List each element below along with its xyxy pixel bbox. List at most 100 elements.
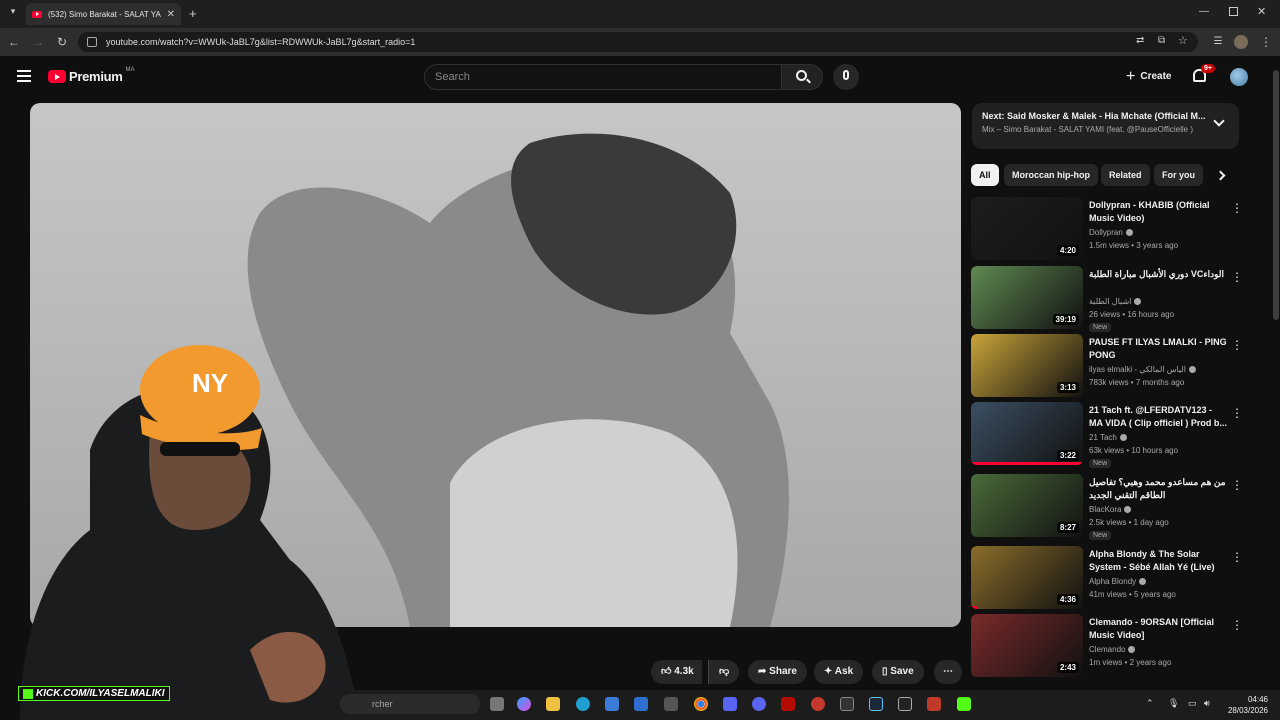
mail-icon[interactable]: [634, 697, 648, 711]
capcut-icon[interactable]: [898, 697, 912, 711]
close-window-button[interactable]: ✕: [1257, 5, 1266, 18]
taskbar-search[interactable]: rcher: [340, 694, 480, 714]
chip-related[interactable]: Related: [1101, 164, 1150, 186]
install-app-icon[interactable]: ⧉: [1158, 35, 1165, 46]
recommendation-item[interactable]: 3:13 PAUSE FT ILYAS LMALKI - PING PONG ily…: [971, 334, 1251, 398]
more-options-icon[interactable]: ⋮: [1231, 201, 1243, 215]
search-input[interactable]: Search: [424, 64, 782, 90]
video-title[interactable]: Clemando - 9ORSAN [Official Music Video]: [1089, 616, 1227, 642]
video-title[interactable]: Dollypran - KHABIB (Official Music Video…: [1089, 199, 1227, 225]
translate-icon[interactable]: ⇄: [1136, 35, 1144, 46]
recommendation-item[interactable]: 3:22 21 Tach ft. @LFERDATV123 - MA VIDA (…: [971, 402, 1251, 468]
video-title[interactable]: Alpha Blondy & The Solar System - Sébé A…: [1089, 548, 1227, 574]
adobe-icon[interactable]: [781, 697, 795, 711]
network-icon[interactable]: ▭: [1188, 698, 1197, 709]
search-button[interactable]: [781, 64, 823, 90]
back-button[interactable]: ←: [6, 34, 22, 50]
video-thumbnail[interactable]: 3:13: [971, 334, 1083, 397]
browser-menu-icon[interactable]: ⋮: [1258, 34, 1274, 50]
video-title[interactable]: PAUSE FT ILYAS LMALKI - PING PONG: [1089, 336, 1227, 362]
restore-button[interactable]: [1229, 7, 1238, 16]
youtube-logo[interactable]: Premium MA: [48, 67, 135, 84]
recommendation-item[interactable]: 4:36 Alpha Blondy & The Solar System - Sé…: [971, 546, 1251, 610]
channel-name[interactable]: 21 Tach: [1089, 433, 1127, 442]
obs-record-icon[interactable]: [927, 697, 941, 711]
notifications-button[interactable]: 9+: [1192, 64, 1215, 84]
app-icon[interactable]: [664, 697, 678, 711]
dislike-button[interactable]: 👎︎: [708, 660, 740, 684]
ask-button[interactable]: ✦ Ask: [814, 660, 864, 684]
more-actions-button[interactable]: ⋯: [934, 660, 962, 684]
account-avatar[interactable]: [1230, 68, 1248, 86]
next-video-card[interactable]: Next: Said Mosker & Malek - Hia Mchate (…: [972, 103, 1239, 149]
forward-button[interactable]: →: [30, 34, 46, 50]
store-icon[interactable]: [605, 697, 619, 711]
recommendation-item[interactable]: 8:27 من هم مساعدو محمد وهبي؟ تفاصيل الطاق…: [971, 474, 1251, 540]
recommendation-item[interactable]: 4:20 Dollypran - KHABIB (Official Music V…: [971, 197, 1251, 261]
chip-for-you[interactable]: For you: [1154, 164, 1203, 186]
kick-app-icon[interactable]: [957, 697, 971, 711]
channel-name[interactable]: ilyas elmalki - الياس المالكي: [1089, 365, 1196, 374]
steam-icon[interactable]: [869, 697, 883, 711]
video-duration: 8:27: [1056, 522, 1079, 533]
reading-list-icon[interactable]: ☰: [1210, 34, 1226, 50]
reload-button[interactable]: ↻: [54, 34, 70, 50]
more-options-icon[interactable]: ⋮: [1231, 550, 1243, 564]
more-options-icon[interactable]: ⋮: [1231, 618, 1243, 632]
address-bar[interactable]: youtube.com/watch?v=WWUk-JaBL7g&list=RDW…: [78, 32, 1198, 52]
edge-browser-icon[interactable]: [576, 697, 590, 711]
site-info-icon[interactable]: [87, 37, 97, 47]
channel-name[interactable]: Clemando: [1089, 645, 1136, 654]
chrome-icon[interactable]: [694, 697, 708, 711]
file-explorer-icon[interactable]: [546, 697, 560, 711]
browser-tab[interactable]: (532) Simo Barakat - SALAT YA… ✕: [26, 3, 181, 25]
more-options-icon[interactable]: ⋮: [1231, 406, 1243, 420]
date-text: 28/03/2026: [1227, 706, 1268, 715]
volume-icon[interactable]: 🔊︎: [1204, 698, 1210, 709]
recommendation-item[interactable]: 39:19 دوري الأشبال مباراة الطلبة VCالوداء…: [971, 266, 1251, 332]
scrollbar-thumb[interactable]: [1273, 70, 1279, 320]
more-options-icon[interactable]: ⋮: [1231, 338, 1243, 352]
like-button[interactable]: 👍︎ 4.3k: [651, 660, 702, 684]
video-thumbnail[interactable]: 39:19: [971, 266, 1083, 329]
app-dark-icon[interactable]: [840, 697, 854, 711]
video-title[interactable]: 21 Tach ft. @LFERDATV123 - MA VIDA ( Cli…: [1089, 404, 1227, 430]
close-tab-icon[interactable]: ✕: [167, 9, 175, 20]
video-thumbnail[interactable]: 3:22: [971, 402, 1083, 465]
new-tab-button[interactable]: +: [189, 6, 197, 21]
more-options-icon[interactable]: ⋮: [1231, 270, 1243, 284]
save-button[interactable]: ▯ Save: [872, 660, 924, 684]
share-button[interactable]: ➦ Share: [748, 660, 807, 684]
chevron-down-icon[interactable]: [1213, 115, 1225, 127]
minimize-button[interactable]: —: [1199, 6, 1209, 17]
video-thumbnail[interactable]: 8:27: [971, 474, 1083, 537]
channel-name[interactable]: Dollypran: [1089, 228, 1133, 237]
tab-list-icon[interactable]: ▾: [6, 6, 20, 20]
microphone-tray-icon[interactable]: 🎙︎: [1168, 698, 1179, 709]
create-button[interactable]: + Create: [1120, 65, 1177, 89]
menu-icon[interactable]: [17, 70, 31, 82]
clock[interactable]: 04:46 28/03/2026: [1222, 694, 1268, 716]
channel-name[interactable]: BlacKora: [1089, 505, 1132, 514]
chevron-right-icon[interactable]: [1215, 170, 1226, 181]
video-title[interactable]: من هم مساعدو محمد وهبي؟ تفاصيل الطاقم ال…: [1089, 476, 1227, 502]
channel-name[interactable]: Alpha Blondy: [1089, 577, 1147, 586]
video-thumbnail[interactable]: 4:20: [971, 197, 1083, 260]
more-options-icon[interactable]: ⋮: [1231, 478, 1243, 492]
video-thumbnail[interactable]: 2:43: [971, 614, 1083, 677]
video-title[interactable]: دوري الأشبال مباراة الطلبة VCالوداء: [1089, 268, 1227, 281]
profile-avatar[interactable]: [1234, 35, 1248, 49]
bookmark-star-icon[interactable]: ☆: [1178, 34, 1188, 47]
recommendation-item[interactable]: 2:43 Clemando - 9ORSAN [Official Music Vi…: [971, 614, 1251, 678]
chip-all[interactable]: All: [971, 164, 999, 186]
chip-moroccan-hip-hop[interactable]: Moroccan hip-hop: [1004, 164, 1098, 186]
channel-name[interactable]: اشبال الطلبة: [1089, 297, 1142, 306]
voice-search-button[interactable]: [833, 64, 859, 90]
copilot-icon[interactable]: [517, 697, 531, 711]
discord-icon[interactable]: [752, 697, 766, 711]
app-red-icon[interactable]: [811, 697, 825, 711]
video-thumbnail[interactable]: 4:36: [971, 546, 1083, 609]
tray-chevron-icon[interactable]: ⌃: [1146, 698, 1154, 709]
task-view-icon[interactable]: [490, 697, 504, 711]
gamepad-icon[interactable]: [723, 697, 737, 711]
